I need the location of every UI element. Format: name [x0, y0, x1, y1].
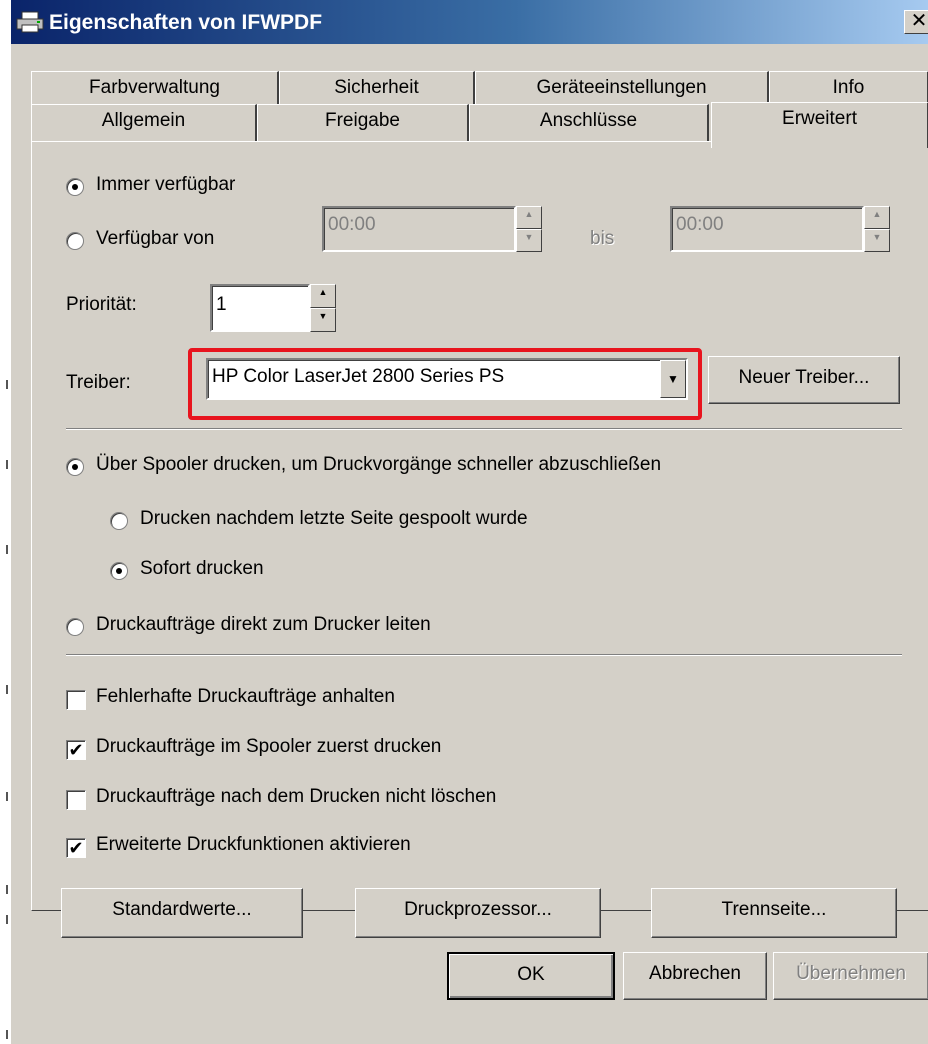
always-available-label: Immer verfügbar — [96, 174, 236, 195]
advanced-features-label: Erweiterte Druckfunktionen aktivieren — [96, 834, 411, 855]
tab-info[interactable]: Info — [769, 71, 928, 105]
available-from-radio[interactable] — [66, 232, 84, 250]
tab-allgemein[interactable]: Allgemein — [31, 104, 257, 142]
spool-radio[interactable] — [66, 458, 84, 476]
tab-anschluesse[interactable]: Anschlüsse — [469, 104, 709, 142]
spin-down-icon[interactable]: ▼ — [516, 229, 542, 252]
after-last-page-radio[interactable] — [110, 512, 128, 530]
window-title: Eigenschaften von IFWPDF — [49, 11, 323, 34]
spooled-first-checkbox[interactable]: ✔ — [66, 740, 86, 760]
properties-dialog: Eigenschaften von IFWPDF ✕ Farbverwaltun… — [10, 0, 928, 1044]
always-available-radio[interactable] — [66, 178, 84, 196]
spin-down-icon[interactable]: ▼ — [864, 229, 890, 252]
advanced-features-checkbox[interactable]: ✔ — [66, 838, 86, 858]
print-direct-label: Druckaufträge direkt zum Drucker leiten — [96, 614, 431, 635]
keep-printed-label: Druckaufträge nach dem Drucken nicht lös… — [96, 786, 497, 807]
close-button[interactable]: ✕ — [904, 10, 928, 34]
title-bar[interactable]: Eigenschaften von IFWPDF ✕ — [11, 0, 928, 44]
hold-mismatched-label: Fehlerhafte Druckaufträge anhalten — [96, 686, 395, 707]
from-time-field[interactable]: 00:00 — [322, 206, 516, 252]
spool-label: Über Spooler drucken, um Druckvorgänge s… — [96, 454, 662, 475]
priority-spin[interactable]: ▲ ▼ — [310, 284, 336, 332]
tab-geraeteeinstellungen[interactable]: Geräteeinstellungen — [475, 71, 769, 105]
tab-farbverwaltung[interactable]: Farbverwaltung — [31, 71, 279, 105]
cancel-button[interactable]: Abbrechen — [623, 952, 767, 1000]
to-time-spin[interactable]: ▲ ▼ — [864, 206, 890, 252]
new-driver-button[interactable]: Neuer Treiber... — [708, 356, 900, 404]
spin-up-icon[interactable]: ▲ — [516, 206, 542, 229]
print-processor-button[interactable]: Druckprozessor... — [355, 888, 601, 938]
after-last-page-label: Drucken nachdem letzte Seite gespoolt wu… — [140, 508, 528, 529]
bis-label: bis — [590, 228, 615, 249]
advanced-tab-panel: Immer verfügbar Verfügbar von 00:00 ▲ ▼ … — [31, 141, 928, 911]
keep-printed-checkbox[interactable] — [66, 790, 86, 810]
separator-page-button[interactable]: Trennseite... — [651, 888, 897, 938]
printer-icon — [16, 11, 44, 33]
tab-erweitert[interactable]: Erweitert — [711, 102, 928, 148]
from-time-spin[interactable]: ▲ ▼ — [516, 206, 542, 252]
driver-label: Treiber: — [66, 372, 131, 393]
driver-dropdown[interactable]: HP Color LaserJet 2800 Series PS ▼ — [206, 358, 688, 400]
tab-freigabe[interactable]: Freigabe — [257, 104, 469, 142]
print-immediately-radio[interactable] — [110, 562, 128, 580]
print-direct-radio[interactable] — [66, 618, 84, 636]
available-from-label: Verfügbar von — [96, 228, 215, 249]
tab-sicherheit[interactable]: Sicherheit — [279, 71, 475, 105]
print-immediately-label: Sofort drucken — [140, 558, 264, 579]
defaults-button[interactable]: Standardwerte... — [61, 888, 303, 938]
priority-field[interactable]: 1 — [210, 284, 310, 332]
spin-up-icon[interactable]: ▲ — [864, 206, 890, 229]
separator — [66, 654, 902, 656]
to-time-field[interactable]: 00:00 — [670, 206, 864, 252]
priority-label: Priorität: — [66, 294, 137, 315]
ok-button[interactable]: OK — [447, 952, 615, 1000]
separator — [66, 428, 902, 430]
dropdown-arrow-icon[interactable]: ▼ — [660, 360, 686, 398]
spin-down-icon[interactable]: ▼ — [310, 308, 336, 332]
close-icon: ✕ — [910, 10, 928, 32]
hold-mismatched-checkbox[interactable] — [66, 690, 86, 710]
spooled-first-label: Druckaufträge im Spooler zuerst drucken — [96, 736, 442, 757]
spin-up-icon[interactable]: ▲ — [310, 284, 336, 308]
apply-button[interactable]: Übernehmen — [773, 952, 928, 1000]
